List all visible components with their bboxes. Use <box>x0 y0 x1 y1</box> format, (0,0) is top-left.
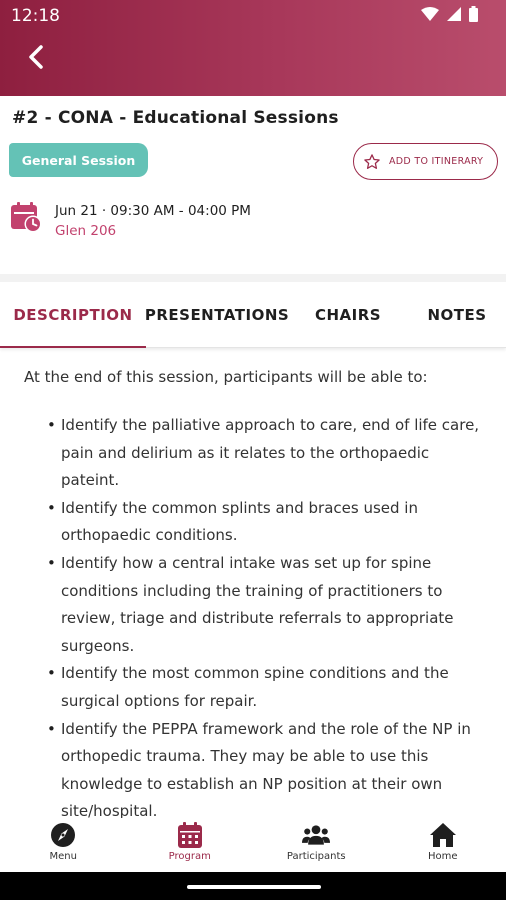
session-title: #2 - CONA - Educational Sessions <box>12 108 339 128</box>
calendar-clock-icon <box>11 202 42 233</box>
bottom-navigation: Menu Program Participants Home <box>0 818 506 872</box>
app-bar: 12:18 <box>0 0 506 96</box>
objectives-list: Identify the palliative approach to care… <box>47 412 487 818</box>
status-icons <box>421 6 478 22</box>
nav-item-menu[interactable]: Menu <box>0 818 127 872</box>
tab-bar: DESCRIPTION PRESENTATIONS CHAIRS NOTES <box>0 282 506 348</box>
add-to-itinerary-label: ADD TO ITINERARY <box>389 156 484 167</box>
nav-item-participants[interactable]: Participants <box>253 818 380 872</box>
tab-presentations[interactable]: PRESENTATIONS <box>145 282 289 347</box>
signal-icon <box>447 7 461 21</box>
description-intro: At the end of this session, participants… <box>24 368 428 386</box>
tab-chairs[interactable]: CHAIRS <box>288 282 408 347</box>
tab-description[interactable]: DESCRIPTION <box>0 282 146 348</box>
tab-notes[interactable]: NOTES <box>408 282 506 347</box>
section-divider <box>0 274 506 282</box>
list-item: Identify the most common spine condition… <box>47 660 487 715</box>
nav-item-home[interactable]: Home <box>380 818 506 872</box>
nav-label-home: Home <box>427 851 458 862</box>
star-icon <box>364 153 380 169</box>
nav-label-participants: Participants <box>286 851 346 862</box>
calendar-icon <box>177 822 202 848</box>
session-type-badge: General Session <box>9 143 148 177</box>
session-location[interactable]: Glen 206 <box>55 223 116 239</box>
compass-icon <box>51 823 76 847</box>
battery-icon <box>469 6 478 22</box>
list-item: Identify the common splints and braces u… <box>47 495 487 550</box>
back-arrow-icon[interactable] <box>22 42 52 72</box>
list-item: Identify the palliative approach to care… <box>47 412 487 495</box>
home-gesture-pill[interactable] <box>187 885 321 889</box>
status-time: 12:18 <box>11 6 60 26</box>
nav-item-program[interactable]: Program <box>127 818 254 872</box>
list-item: Identify the PEPPA framework and the rol… <box>47 716 487 818</box>
system-navigation-bar <box>0 872 506 900</box>
nav-label-program: Program <box>168 851 211 862</box>
nav-label-menu: Menu <box>49 851 77 862</box>
add-to-itinerary-button[interactable]: ADD TO ITINERARY <box>353 143 498 180</box>
people-icon <box>302 825 331 845</box>
session-datetime: Jun 21 · 09:30 AM - 04:00 PM <box>55 203 251 219</box>
description-content[interactable]: At the end of this session, participants… <box>0 348 506 818</box>
home-icon <box>429 823 456 847</box>
list-item: Identify how a central intake was set up… <box>47 550 487 660</box>
wifi-icon <box>421 7 439 21</box>
